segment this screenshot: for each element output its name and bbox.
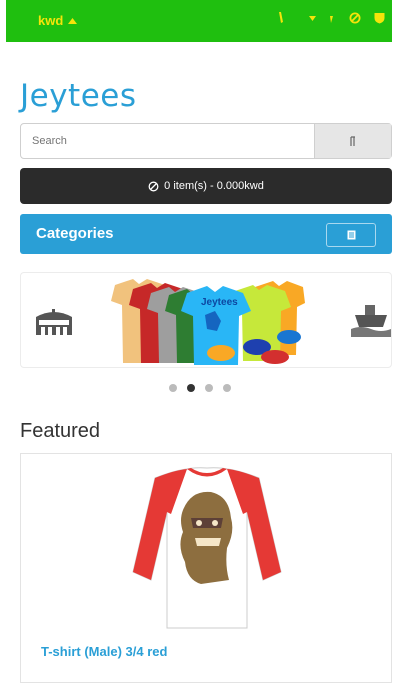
cart-icon bbox=[148, 181, 159, 191]
product-card[interactable]: T-shirt (Male) 3/4 red bbox=[20, 453, 392, 683]
phone-icon[interactable] bbox=[278, 12, 284, 26]
carousel-dot[interactable] bbox=[223, 384, 231, 392]
ship-icon bbox=[351, 305, 391, 337]
carousel-dot[interactable] bbox=[169, 384, 177, 392]
stadium-icon bbox=[36, 309, 72, 335]
tshirts-and-caps-banner: Jeytees bbox=[111, 279, 305, 365]
banner-carousel[interactable]: Jeytees bbox=[20, 272, 392, 368]
product-name[interactable]: T-shirt (Male) 3/4 red bbox=[41, 644, 167, 659]
store-logo[interactable]: Jeytees bbox=[20, 78, 137, 114]
carousel-dot[interactable] bbox=[205, 384, 213, 392]
caret-up-icon bbox=[68, 17, 78, 24]
categories-toggle-button[interactable] bbox=[326, 223, 376, 247]
categories-label: Categories bbox=[36, 225, 114, 242]
shield-icon[interactable] bbox=[374, 12, 385, 27]
cart-button[interactable]: 0 item(s) - 0.000kwd bbox=[20, 168, 392, 204]
featured-heading: Featured bbox=[20, 420, 101, 442]
carousel-pagination bbox=[169, 384, 231, 392]
top-bar: kwd bbox=[6, 0, 392, 42]
search-icon bbox=[350, 135, 355, 146]
caret-down-icon[interactable] bbox=[309, 12, 316, 24]
banner-text: Jeytees bbox=[201, 297, 238, 308]
cart-summary: 0 item(s) - 0.000kwd bbox=[164, 180, 264, 192]
menu-icon bbox=[347, 230, 355, 240]
currency-selector[interactable]: kwd bbox=[38, 13, 78, 28]
comma-icon bbox=[329, 14, 333, 26]
search-button[interactable] bbox=[314, 124, 391, 158]
categories-bar[interactable]: Categories bbox=[20, 214, 392, 254]
ban-icon[interactable] bbox=[349, 12, 361, 27]
search-input[interactable] bbox=[21, 124, 314, 158]
currency-label: kwd bbox=[38, 13, 64, 28]
search-bar bbox=[20, 123, 392, 159]
product-image[interactable] bbox=[125, 462, 289, 630]
carousel-dot-active[interactable] bbox=[187, 384, 195, 392]
